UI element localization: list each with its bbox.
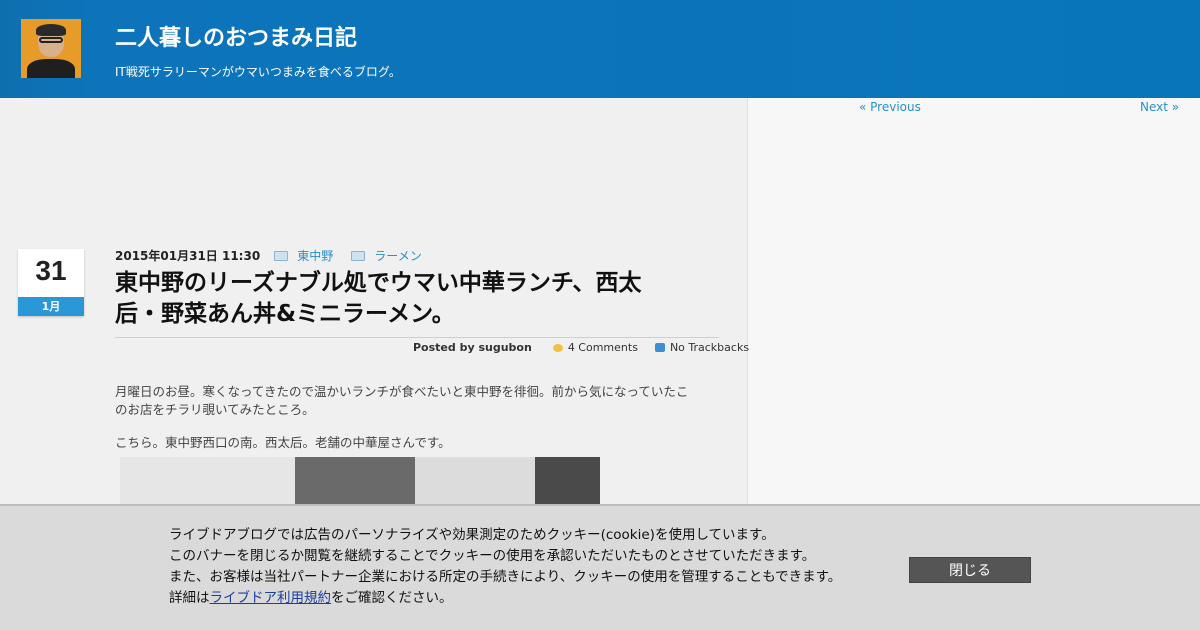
- post-date-badge: 31 1月: [18, 249, 84, 316]
- cookie-line: このバナーを閉じるか閲覧を継続することでクッキーの使用を承認いただいたものとさせ…: [169, 548, 816, 564]
- cookie-message: ライブドアブログでは広告のパーソナライズや効果測定のためクッキー(cookie)…: [169, 525, 841, 609]
- post-info: Posted by sugubon 4 Comments No Trackbac…: [413, 341, 749, 354]
- post-title[interactable]: 東中野のリーズナブル処でウマい中華ランチ、西太 后・野菜あん丼&ミニラーメン。: [115, 268, 715, 330]
- site-header: 二人暮しのおつまみ日記 IT戦死サラリーマンがウマいつまみを食べるブログ。: [0, 0, 1200, 98]
- category-link-ramen[interactable]: ラーメン: [374, 247, 422, 264]
- post-paragraph: こちら。東中野西口の南。西太后。老舗の中華屋さんです。: [115, 435, 451, 450]
- paragraph-line: 月曜日のお昼。寒くなってきたので温かいランチが食べたいと東中野を徘徊。前から気に…: [115, 384, 689, 399]
- folder-icon: [274, 250, 289, 261]
- trackbacks-link[interactable]: No Trackbacks: [670, 341, 749, 354]
- post-meta: 2015年01月31日 11:30 東中野 ラーメン: [115, 247, 434, 264]
- previous-post-link[interactable]: « Previous: [859, 100, 921, 114]
- site-description: IT戦死サラリーマンがウマいつまみを食べるブログ。: [115, 65, 401, 79]
- close-button[interactable]: 閉じる: [909, 557, 1031, 583]
- post-title-line1: 東中野のリーズナブル処でウマい中華ランチ、西太: [115, 270, 642, 296]
- trackback-icon: [654, 343, 665, 352]
- next-post-link[interactable]: Next »: [1140, 100, 1179, 114]
- paragraph-line: のお店をチラリ覗いてみたところ。: [115, 402, 315, 417]
- author-avatar[interactable]: [21, 19, 81, 78]
- comments-link[interactable]: 4 Comments: [568, 341, 638, 354]
- comment-icon: [552, 343, 563, 352]
- post-paragraph: 月曜日のお昼。寒くなってきたので温かいランチが食べたいと東中野を徘徊。前から気に…: [115, 383, 719, 419]
- cookie-line-prefix: 詳細は: [169, 590, 210, 606]
- site-title[interactable]: 二人暮しのおつまみ日記: [115, 20, 357, 52]
- category-link-higashinakano[interactable]: 東中野: [297, 247, 333, 264]
- post-title-line2: 后・野菜あん丼&ミニラーメン。: [115, 301, 455, 327]
- post-datetime: 2015年01月31日 11:30: [115, 249, 261, 263]
- cookie-line: 詳細はライブドア利用規約をご確認ください。: [169, 588, 841, 609]
- cookie-line: また、お客様は当社パートナー企業における所定の手続きにより、クッキーの使用を管理…: [169, 569, 842, 585]
- date-day: 31: [35, 255, 67, 286]
- title-divider: [115, 337, 719, 338]
- folder-icon: [351, 250, 366, 261]
- terms-link[interactable]: ライブドア利用規約: [210, 590, 332, 606]
- date-month: 1月: [18, 297, 84, 316]
- cookie-line: ライブドアブログでは広告のパーソナライズや効果測定のためクッキー(cookie)…: [169, 527, 775, 543]
- cookie-line-suffix: をご確認ください。: [331, 590, 453, 606]
- post-author: Posted by sugubon: [413, 341, 532, 354]
- cookie-banner: ライブドアブログでは広告のパーソナライズや効果測定のためクッキー(cookie)…: [0, 504, 1200, 630]
